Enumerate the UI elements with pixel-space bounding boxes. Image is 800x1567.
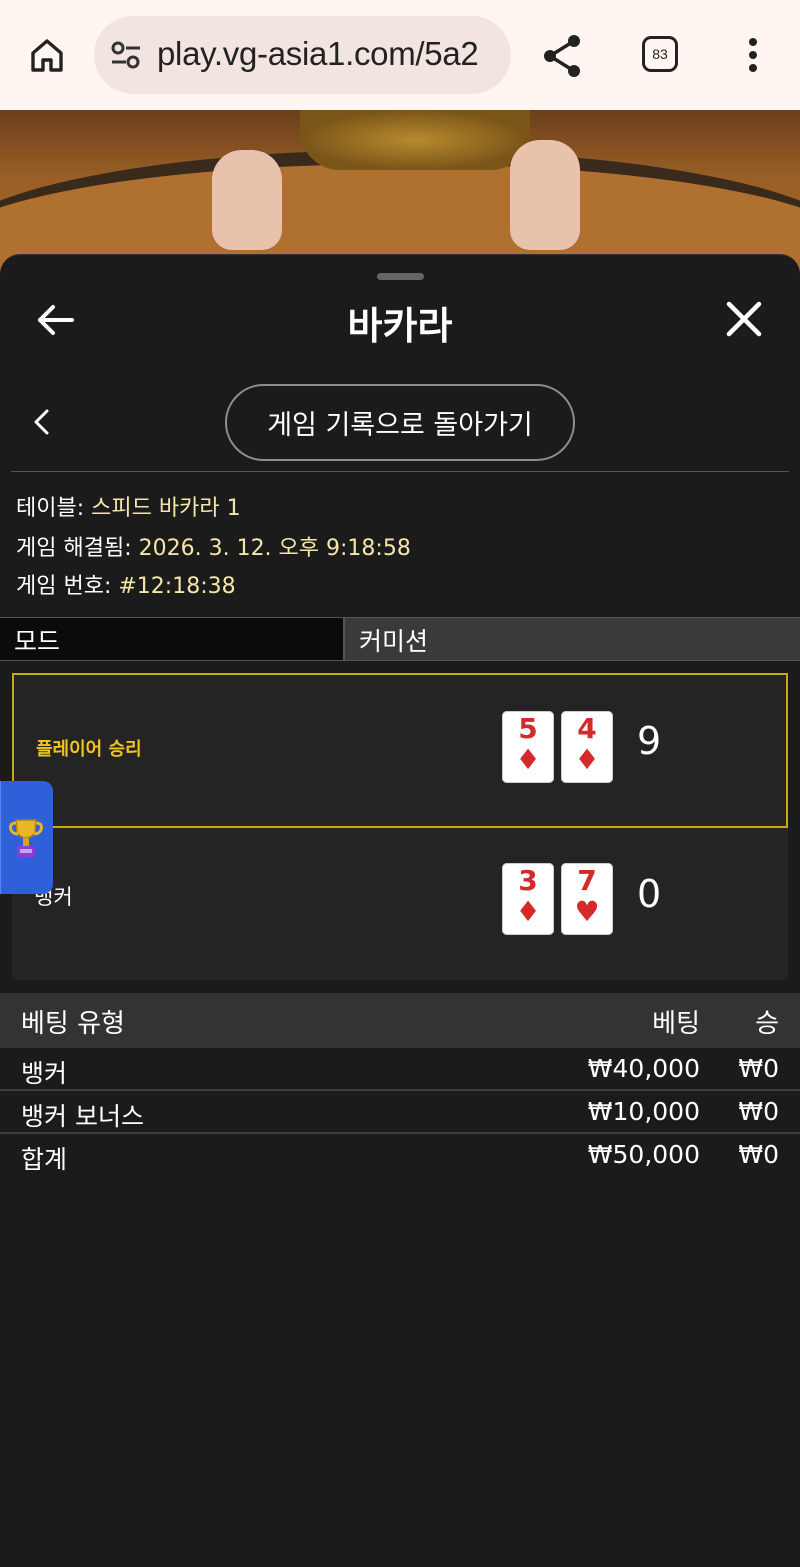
address-bar[interactable]: play.vg-asia1.com/5a2 — [94, 16, 511, 94]
dealer-left-hand — [212, 150, 282, 250]
total-win-amount: ₩0 — [738, 1140, 779, 1169]
heart-suit-icon: ♥ — [574, 895, 600, 928]
bet-row: 뱅커 보너스 ₩10,000 ₩0 — [0, 1091, 800, 1134]
round-result-panel: 플레이어 승리 5 ♦ 4 ♦ 9 뱅커 3 ♦ 7 ♥ 0 — [12, 673, 788, 980]
sheet-title: 바카라 — [347, 304, 453, 348]
home-icon — [31, 39, 63, 72]
resolved-value: 2026. 3. 12. 오후 9:18:58 — [138, 536, 411, 561]
site-settings-icon[interactable] — [110, 40, 142, 70]
sheet-drag-handle[interactable] — [377, 273, 424, 280]
win-amount: ₩0 — [738, 1097, 779, 1126]
resolved-info: 게임 해결됨: 2026. 3. 12. 오후 9:18:58 — [16, 530, 411, 562]
player-result-row: 플레이어 승리 — [12, 673, 788, 828]
diamond-suit-icon: ♦ — [515, 743, 541, 776]
win-amount-header: 승 — [755, 1009, 779, 1039]
mode-label-cell: 모드 — [0, 618, 345, 660]
trophy-side-tab[interactable] — [0, 781, 53, 894]
browser-toolbar: play.vg-asia1.com/5a2 83 — [0, 0, 800, 110]
divider — [11, 471, 789, 472]
player-win-label: 플레이어 승리 — [36, 739, 142, 760]
game-number-label: 게임 번호: — [16, 574, 112, 599]
bet-type: 뱅커 보너스 — [21, 1102, 144, 1131]
player-card-2: 4 ♦ — [561, 711, 613, 783]
resolved-label: 게임 해결됨: — [16, 536, 132, 561]
mode-bar: 모드 커미션 — [0, 617, 800, 661]
close-icon[interactable] — [726, 301, 762, 337]
player-score: 9 — [637, 719, 662, 763]
chevron-left-icon[interactable] — [32, 408, 52, 436]
bet-total-row: 합계 ₩50,000 ₩0 — [0, 1134, 800, 1177]
bet-type: 뱅커 — [21, 1059, 68, 1088]
back-to-records-button[interactable]: 게임 기록으로 돌아가기 — [225, 384, 575, 461]
table-value: 스피드 바카라 1 — [91, 496, 241, 521]
total-label: 합계 — [21, 1145, 68, 1174]
card-rank: 4 — [577, 712, 597, 745]
bet-table-header: 베팅 유형 베팅 승 — [0, 993, 800, 1048]
banker-card-1: 3 ♦ — [502, 863, 554, 935]
total-bet-amount: ₩50,000 — [587, 1140, 700, 1169]
game-number-info: 게임 번호: #12:18:38 — [16, 568, 236, 600]
bet-amount: ₩10,000 — [587, 1097, 700, 1126]
bet-amount-header: 베팅 — [652, 1009, 700, 1039]
url-text: play.vg-asia1.com/5a2 — [157, 35, 479, 72]
table-label: 테이블: — [16, 496, 85, 521]
game-history-sheet: 바카라 게임 기록으로 돌아가기 테이블: 스피드 바카라 1 게임 해결됨: … — [0, 254, 800, 1567]
mode-value: 커미션 — [359, 627, 429, 656]
player-card-1: 5 ♦ — [502, 711, 554, 783]
mode-label: 모드 — [14, 627, 61, 656]
bet-row: 뱅커 ₩40,000 ₩0 — [0, 1048, 800, 1091]
diamond-suit-icon: ♦ — [574, 743, 600, 776]
game-number-value: #12:18:38 — [118, 574, 236, 599]
tab-count: 83 — [652, 46, 668, 62]
bet-amount: ₩40,000 — [587, 1054, 700, 1083]
card-rank: 7 — [577, 864, 597, 897]
card-rank: 3 — [518, 864, 538, 897]
card-rank: 5 — [518, 712, 538, 745]
dealer-right-hand — [510, 140, 580, 250]
table-info: 테이블: 스피드 바카라 1 — [16, 490, 241, 522]
tab-switcher-button[interactable]: 83 — [642, 36, 678, 72]
app-root: play.vg-asia1.com/5a2 83 바카라 게임 기록으로 돌아가… — [0, 0, 800, 1567]
banker-card-2: 7 ♥ — [561, 863, 613, 935]
win-amount: ₩0 — [738, 1054, 779, 1083]
back-to-records-label: 게임 기록으로 돌아가기 — [267, 410, 533, 441]
more-menu-icon[interactable] — [740, 34, 766, 78]
bet-type-header: 베팅 유형 — [21, 1009, 125, 1039]
share-icon[interactable] — [540, 33, 586, 79]
trophy-icon — [9, 819, 43, 857]
diamond-suit-icon: ♦ — [515, 895, 541, 928]
dealer-figure — [300, 110, 530, 170]
banker-score: 0 — [637, 872, 662, 916]
home-button[interactable] — [22, 32, 72, 78]
